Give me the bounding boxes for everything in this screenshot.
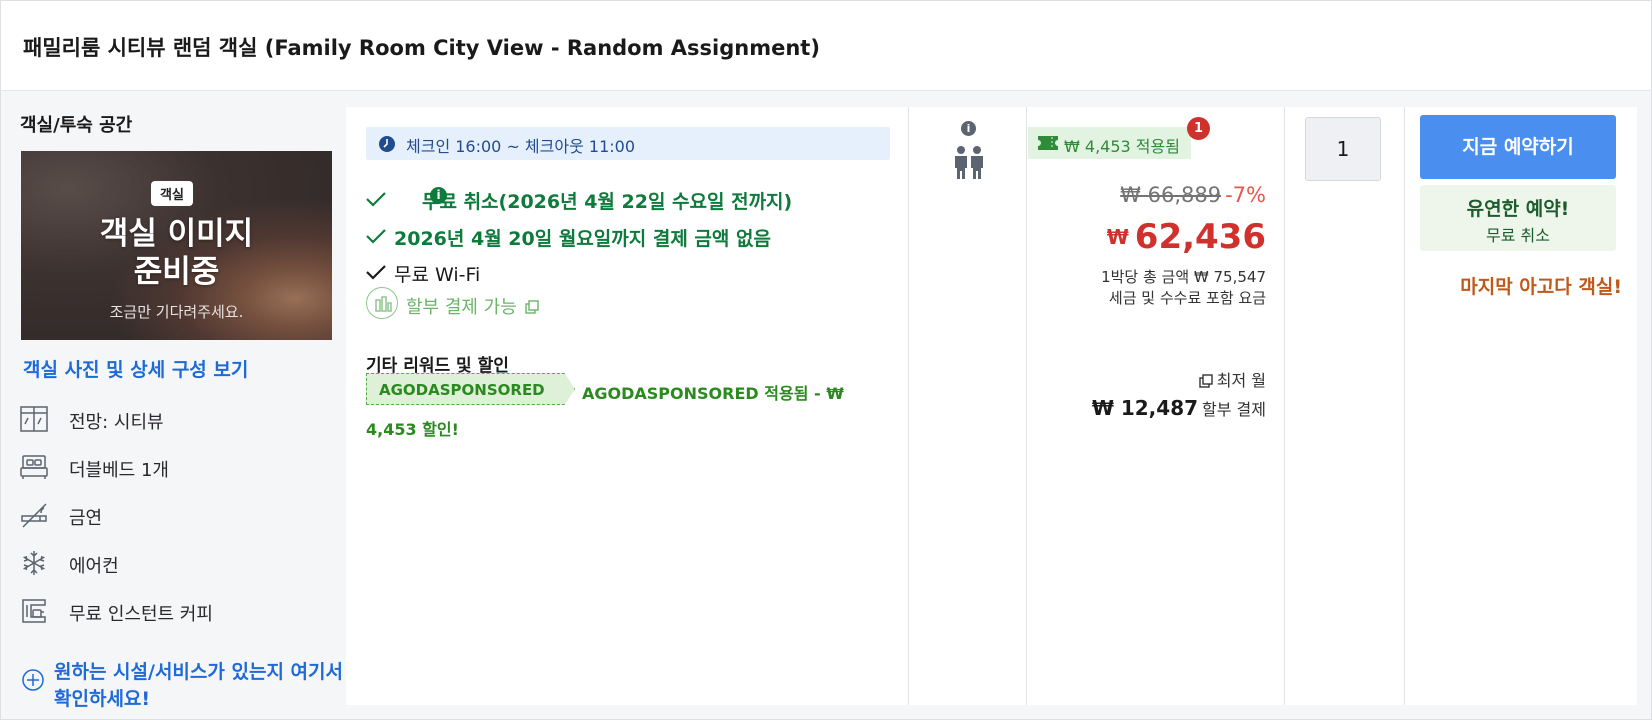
room-title: 패밀리룸 시티뷰 랜덤 객실 (Family Room City View - …: [23, 36, 820, 60]
check-icon: [366, 192, 386, 207]
discount-percent: -7%: [1225, 183, 1266, 207]
benefits-panel: 체크인 16:00 ~ 체크아웃 11:00 무료 취소(2026년 4월 22…: [346, 107, 909, 705]
room-image-placeholder[interactable]: 객실 객실 이미지 준비중 조금만 기다려주세요.: [21, 151, 332, 340]
two-guests-icon: [955, 146, 983, 179]
check-icon: [366, 229, 386, 244]
flexible-booking-subtitle: 무료 취소: [1486, 226, 1550, 245]
amenity-item: 전망: 시티뷰: [19, 401, 339, 449]
image-placeholder-text: 객실 이미지 준비중: [99, 216, 254, 290]
amenity-label: 전망: 시티뷰: [69, 412, 164, 433]
room-photos-link[interactable]: 객실 사진 및 상세 구성 보기: [23, 355, 248, 382]
price-panel: ₩ 4,453 적용됨 1 ₩ 66,889 -7% ₩62,436 1박당 총 …: [1027, 107, 1285, 705]
checkin-banner: 체크인 16:00 ~ 체크아웃 11:00: [366, 127, 890, 160]
coupon-applied-badge[interactable]: ₩ 4,453 적용됨: [1028, 127, 1191, 159]
flexible-booking-box: 유연한 예약! 무료 취소: [1420, 185, 1616, 251]
original-price: ₩ 66,889 -7%: [1120, 183, 1266, 207]
room-quantity-select[interactable]: 1: [1305, 117, 1381, 181]
no-smoking-icon: [21, 503, 47, 528]
info-icon[interactable]: i: [961, 121, 976, 136]
plus-circle-icon: [22, 669, 44, 691]
snowflake-icon: [23, 551, 45, 575]
final-price: ₩62,436: [1106, 217, 1266, 257]
info-icon[interactable]: i: [430, 187, 447, 204]
occupancy-panel: i: [909, 107, 1027, 705]
facility-link-text: 원하는 시설/서비스가 있는지 여기서 확인하세요!: [54, 661, 343, 710]
room-card: 패밀리룸 시티뷰 랜덤 객실 (Family Room City View - …: [0, 0, 1652, 720]
amenity-item: 더블베드 1개: [19, 449, 339, 497]
amenity-label: 무료 인스턴트 커피: [69, 604, 213, 625]
promo-description: AGODASPONSORED 적용됨 - ₩ 4,453 할인!: [366, 384, 844, 439]
notification-count-badge: 1: [1187, 117, 1210, 140]
quantity-panel: 1: [1285, 107, 1405, 705]
amenity-item: 에어컨: [19, 545, 339, 593]
room-info-column: 객실/투숙 공간 객실 객실 이미지 준비중 조금만 기다려주세요. 객실 사진…: [1, 91, 346, 719]
external-link-icon: [524, 300, 539, 314]
ticket-icon: [1038, 136, 1058, 150]
amenity-list: 전망: 시티뷰 더블베드 1개 금연 에어컨 무료 인스턴트 커피: [19, 401, 339, 641]
amenity-label: 금연: [69, 508, 103, 529]
image-placeholder-subtext: 조금만 기다려주세요.: [109, 303, 244, 321]
installment-label: 할부 결제 가능: [406, 293, 539, 319]
installment-icon: [366, 287, 398, 319]
rewards-title: 기타 리워드 및 할인: [366, 356, 509, 376]
book-now-button[interactable]: 지금 예약하기: [1420, 115, 1616, 179]
price-note: 1박당 총 금액 ₩ 75,547 세금 및 수수료 포함 요금: [1101, 268, 1266, 307]
amenity-label: 더블베드 1개: [69, 460, 169, 481]
monthly-installment-label[interactable]: 최저 월: [1199, 367, 1266, 391]
amenity-label: 에어컨: [69, 556, 119, 577]
booking-panel: 지금 예약하기 유연한 예약! 무료 취소 마지막 아고다 객실!: [1405, 107, 1637, 705]
amenity-item: 무료 인스턴트 커피: [19, 593, 339, 641]
room-header: 패밀리룸 시티뷰 랜덤 객실 (Family Room City View - …: [1, 1, 1651, 91]
checkin-text: 체크인 16:00 ~ 체크아웃 11:00: [406, 137, 636, 156]
coupon-applied-text: ₩ 4,453 적용됨: [1064, 137, 1180, 156]
crossed-out-price: ₩ 66,889: [1120, 183, 1222, 207]
bed-icon: [20, 455, 48, 479]
amenity-item: 금연: [19, 497, 339, 545]
monthly-installment-amount: ₩ 12,487 할부 결제: [1091, 396, 1266, 420]
section-label: 객실/투숙 공간: [20, 115, 133, 136]
last-room-alert: 마지막 아고다 객실!: [1460, 276, 1622, 298]
clock-icon: [379, 136, 395, 152]
coffee-maker-icon: [22, 599, 46, 623]
flexible-booking-title: 유연한 예약!: [1466, 198, 1570, 220]
check-icon: [366, 265, 386, 280]
external-link-icon: [1199, 374, 1213, 388]
window-view-icon: [20, 406, 48, 432]
image-badge: 객실: [151, 181, 193, 206]
